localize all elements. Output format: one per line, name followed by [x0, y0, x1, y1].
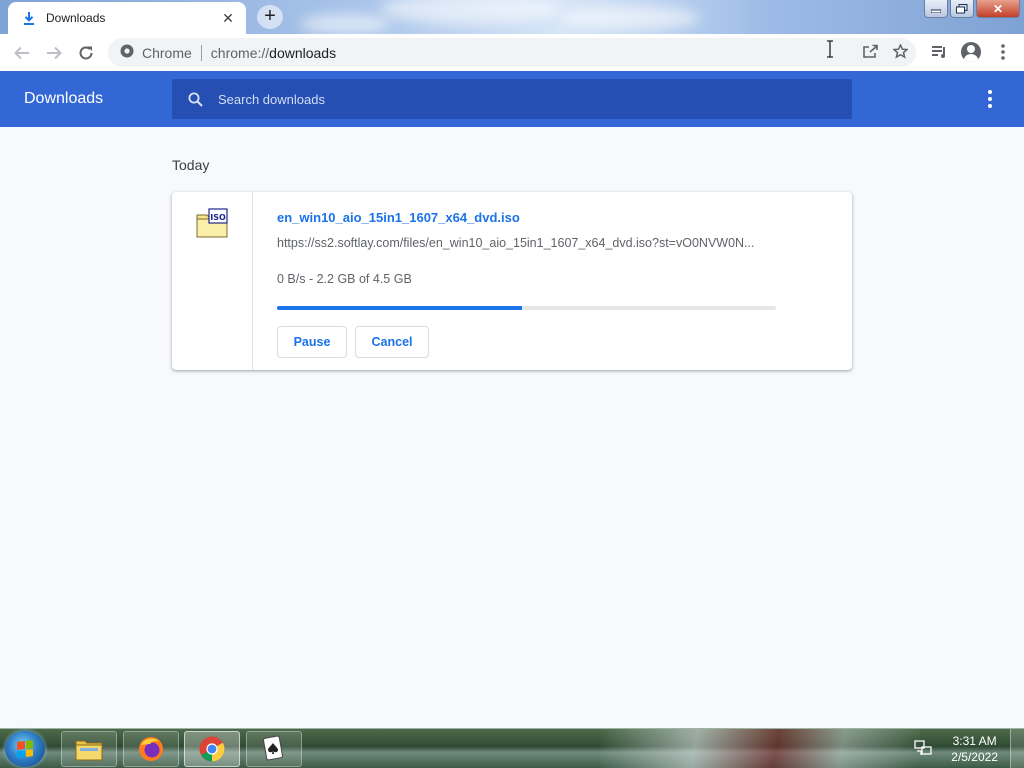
taskbar-solitaire[interactable] — [246, 731, 302, 767]
text-cursor-icon — [826, 40, 834, 58]
playing-card-icon — [263, 735, 283, 761]
windows-taskbar: 3:31 AM 2/5/2022 — [0, 728, 1024, 768]
close-window-button[interactable]: ✕ — [976, 0, 1020, 18]
file-name-link[interactable]: en_win10_aio_15in1_1607_x64_dvd.iso — [277, 210, 520, 225]
bookmark-star-icon[interactable] — [892, 42, 909, 62]
back-button[interactable] — [6, 37, 38, 69]
search-downloads-box[interactable] — [172, 79, 852, 119]
pause-button[interactable]: Pause — [277, 326, 347, 358]
page-title: Downloads — [24, 90, 104, 107]
folder-icon — [75, 740, 103, 761]
browser-toolbar: Chrome chrome:// downloads — [0, 34, 1024, 71]
taskbar-chrome[interactable] — [184, 731, 240, 767]
start-button[interactable] — [5, 731, 45, 767]
restore-button[interactable] — [950, 0, 974, 18]
date-section-header: Today — [172, 157, 210, 173]
clock-date: 2/5/2022 — [951, 750, 998, 764]
download-progress-bar — [277, 306, 776, 310]
tab-title: Downloads — [46, 11, 106, 25]
clock-time: 3:31 AM — [952, 734, 997, 748]
forward-button[interactable] — [38, 37, 70, 69]
reading-list-icon[interactable] — [926, 37, 952, 67]
file-icon-column: ISO — [172, 192, 253, 370]
tab-strip: Downloads ✕ + ✕ — [0, 0, 1024, 34]
network-icon[interactable] — [914, 739, 932, 757]
system-clock[interactable]: 3:31 AM 2/5/2022 — [951, 733, 998, 765]
download-progress-fill — [277, 306, 522, 310]
iso-icon-label: ISO — [210, 213, 226, 222]
chrome-icon — [199, 736, 225, 762]
source-url-link[interactable]: https://ss2.softlay.com/files/en_win10_a… — [277, 236, 777, 250]
firefox-icon — [139, 737, 163, 761]
more-actions-icon[interactable] — [980, 89, 1000, 109]
new-tab-button[interactable]: + — [257, 5, 283, 29]
window-controls: ✕ — [924, 0, 1020, 18]
taskbar-firefox[interactable] — [123, 731, 179, 767]
chrome-site-icon — [120, 44, 134, 61]
show-desktop-button[interactable] — [1010, 729, 1024, 768]
download-item-card: ISO en_win10_aio_15in1_1607_x64_dvd.iso … — [172, 192, 852, 370]
tab-downloads[interactable]: Downloads ✕ — [8, 2, 246, 34]
search-icon — [186, 90, 204, 108]
taskbar-explorer[interactable] — [61, 731, 117, 767]
url-host: downloads — [269, 44, 337, 61]
avatar — [961, 42, 981, 62]
download-status: 0 B/s - 2.2 GB of 4.5 GB — [277, 272, 412, 286]
reload-button[interactable] — [70, 37, 102, 69]
iso-file-icon: ISO — [196, 208, 228, 238]
share-icon[interactable] — [863, 44, 879, 61]
chrome-menu-icon[interactable] — [990, 37, 1016, 67]
windows-logo-icon — [17, 740, 33, 758]
downloads-toolbar: Downloads — [0, 71, 1024, 127]
site-chip-label: Chrome — [142, 44, 192, 61]
back-arrow-icon — [14, 46, 29, 59]
address-divider — [200, 44, 202, 61]
address-bar[interactable]: Chrome chrome:// downloads — [108, 38, 916, 67]
forward-arrow-icon — [47, 46, 62, 59]
cancel-button[interactable]: Cancel — [355, 326, 429, 358]
download-icon — [22, 11, 36, 25]
minimize-button[interactable] — [924, 0, 948, 18]
profile-button[interactable] — [958, 37, 984, 67]
close-tab-icon[interactable]: ✕ — [220, 10, 236, 26]
search-input[interactable] — [218, 91, 818, 107]
reload-icon — [79, 45, 93, 59]
url-scheme: chrome:// — [210, 44, 270, 61]
